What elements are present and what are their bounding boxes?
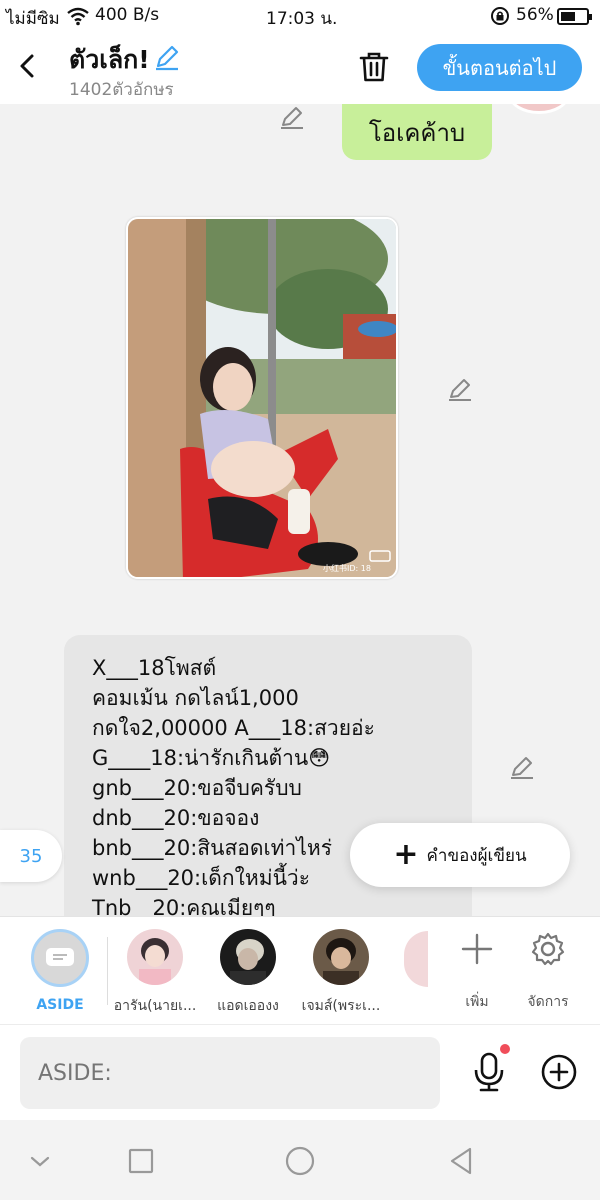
add-label: เพิ่ม xyxy=(465,994,489,1010)
clock: 17:03 น. xyxy=(266,9,338,29)
back-nav-icon[interactable] xyxy=(444,1144,478,1178)
edit-message-pencil-icon[interactable] xyxy=(508,754,536,782)
carrier-label: ไม่มีซิม xyxy=(6,9,60,29)
back-button[interactable] xyxy=(12,50,44,82)
chat-area[interactable]: โอเคค้าบ 小红书ID: 18 X___18โพสต์ คอมเม้น ก… xyxy=(0,104,600,916)
rotation-lock-icon xyxy=(491,7,509,25)
divider xyxy=(107,937,108,1005)
character-count: 1402ตัวอักษร xyxy=(69,80,174,100)
avatar[interactable] xyxy=(404,931,428,987)
manage-characters-button[interactable]: จัดการ xyxy=(513,931,583,1013)
message-text: โอเคค้าบ xyxy=(368,118,466,147)
status-bar: ไม่มีซิม 400 B/s 17:03 น. 56% xyxy=(0,0,600,32)
message-image[interactable]: 小红书ID: 18 xyxy=(126,217,398,579)
add-circle-icon[interactable] xyxy=(540,1053,578,1091)
message-line: Tnb__20:คุณเมียๆๆ xyxy=(92,896,276,916)
wifi-icon xyxy=(67,7,89,26)
comment-icon xyxy=(46,948,74,966)
composer-bar xyxy=(0,1024,600,1120)
message-input[interactable] xyxy=(20,1037,440,1109)
trash-icon[interactable] xyxy=(356,49,392,85)
avatar xyxy=(313,929,369,985)
character-name: เจมส์(พระเ... xyxy=(301,998,381,1014)
avatar xyxy=(127,929,183,985)
edit-message-pencil-icon[interactable] xyxy=(446,376,474,404)
plus-icon xyxy=(461,933,493,965)
story-title: ตัวเล็ก! xyxy=(69,45,150,74)
character-item[interactable]: เจมส์(พระเ... xyxy=(296,929,386,1017)
battery-percent: 56% xyxy=(516,5,554,25)
aside-avatar xyxy=(31,929,89,987)
character-item[interactable]: แอดเอองง xyxy=(203,929,293,1017)
chevron-down-icon[interactable] xyxy=(23,1144,57,1178)
photo-watermark: 小红书ID: 18 xyxy=(323,563,371,573)
system-nav-bar xyxy=(0,1120,600,1200)
message-line: กดใจ2,00000 A___18:สวยอ่ะ xyxy=(92,716,375,740)
manage-label: จัดการ xyxy=(527,994,569,1010)
notification-dot xyxy=(500,1044,510,1054)
character-item[interactable]: อารัน(นายเ... xyxy=(110,929,200,1017)
app-header: ตัวเล็ก! 1402ตัวอักษร ขั้นตอนต่อไป xyxy=(0,32,600,104)
character-name: แอดเอองง xyxy=(217,998,279,1014)
character-bar: ASIDE อารัน(นายเ... แอดเอองง เจมส์(พระเ.… xyxy=(0,916,600,1024)
author-note-label: คำของผู้เขียน xyxy=(426,845,527,866)
plus-icon: + xyxy=(393,837,419,872)
edit-title-pencil-icon[interactable] xyxy=(152,42,182,72)
page-number: 35 xyxy=(19,845,43,867)
recent-apps-icon[interactable] xyxy=(124,1144,158,1178)
message-bubble-outgoing[interactable]: โอเคค้าบ xyxy=(342,104,492,160)
photo-illustration: 小红书ID: 18 xyxy=(128,219,396,577)
gear-icon xyxy=(531,932,565,966)
microphone-icon[interactable] xyxy=(470,1051,508,1093)
message-line: G____18:น่ารักเกินต้าน😳 xyxy=(92,746,331,770)
message-line: gnb___20:ขอจีบครับบ xyxy=(92,776,302,800)
home-icon[interactable] xyxy=(283,1144,317,1178)
next-step-button[interactable]: ขั้นตอนต่อไป xyxy=(417,44,582,91)
aside-label: ASIDE xyxy=(36,997,84,1013)
avatar xyxy=(220,929,276,985)
battery-icon xyxy=(557,8,592,25)
edit-message-pencil-icon[interactable] xyxy=(278,104,306,132)
add-character-button[interactable]: เพิ่ม xyxy=(442,931,512,1013)
page-number-badge[interactable]: 35 xyxy=(0,830,62,882)
character-aside[interactable]: ASIDE xyxy=(15,929,105,1013)
message-line: X___18โพสต์ xyxy=(92,656,217,680)
author-note-button[interactable]: + คำของผู้เขียน xyxy=(350,823,570,887)
character-name: อารัน(นายเ... xyxy=(113,998,197,1014)
avatar[interactable] xyxy=(508,104,570,114)
message-line: คอมเม้น กดไลน์1,000 xyxy=(92,686,299,710)
network-speed: 400 B/s xyxy=(95,5,160,25)
